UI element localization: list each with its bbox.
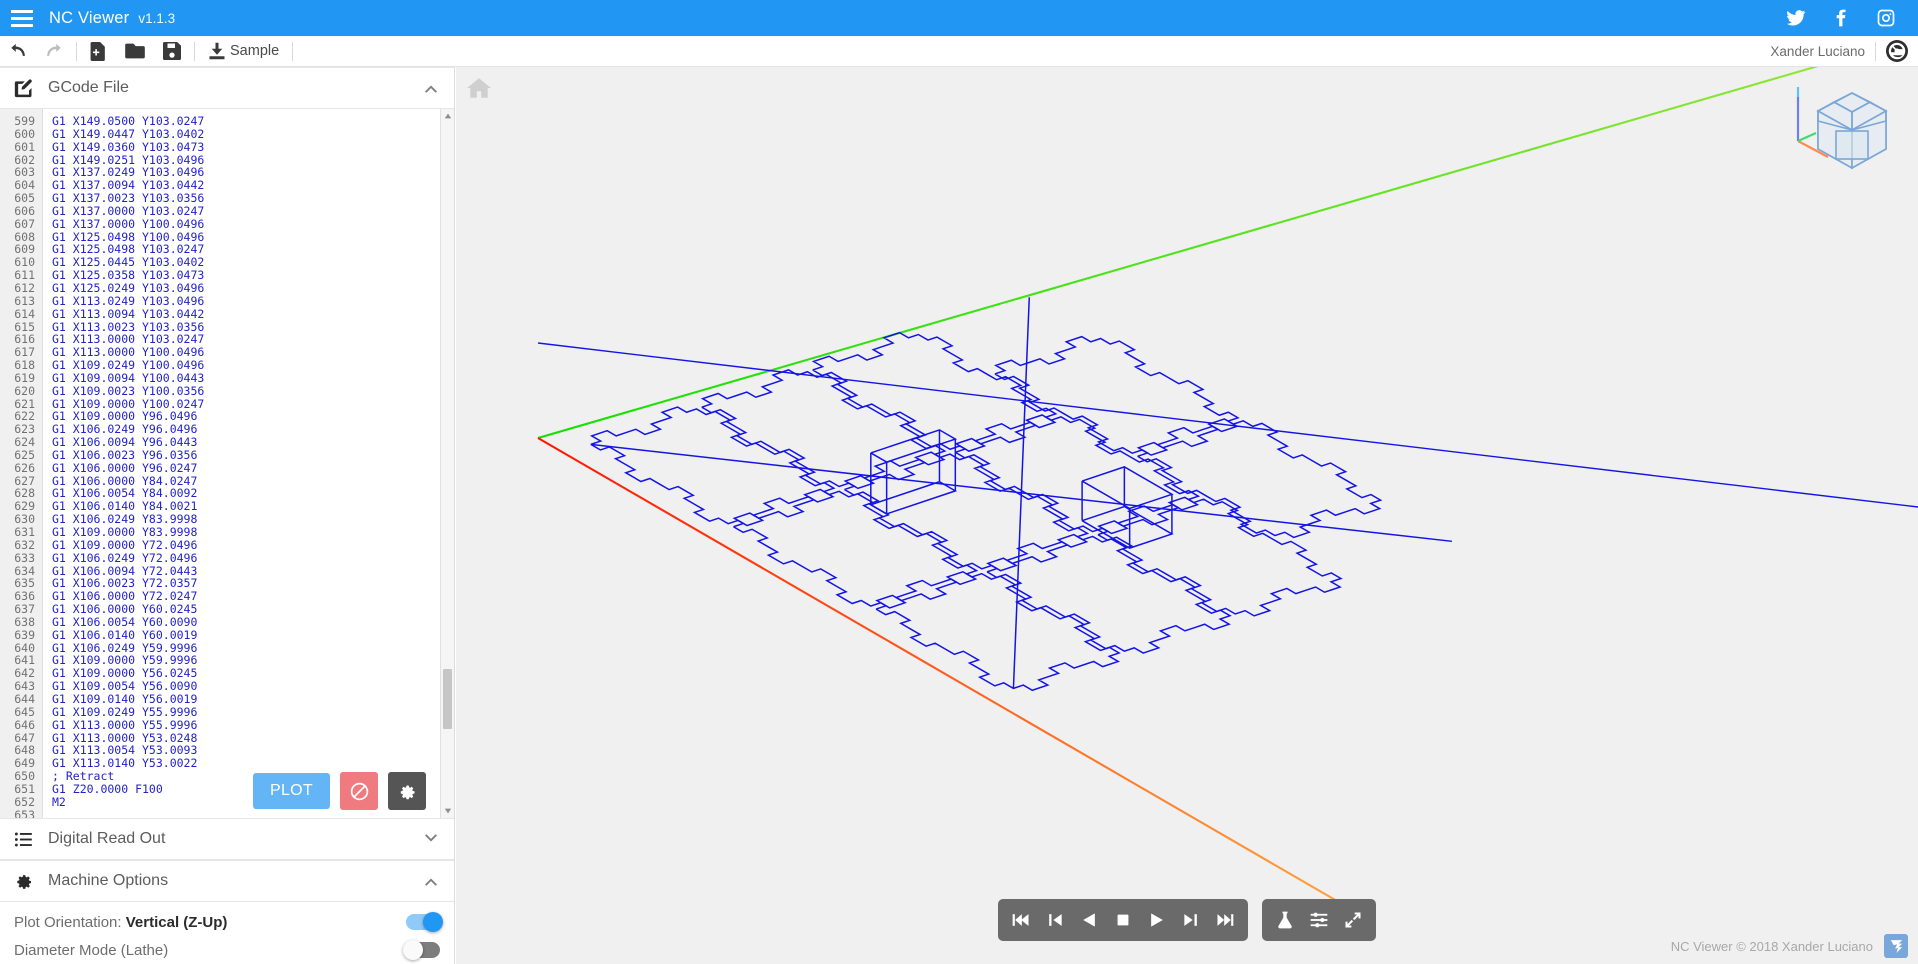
nc-viewer-logo[interactable] (1884, 934, 1908, 958)
playback-controls (998, 899, 1376, 941)
plot-orientation-toggle[interactable] (406, 912, 443, 932)
save-file-button[interactable] (154, 36, 190, 67)
dro-panel-title: Digital Read Out (48, 830, 166, 847)
scroll-down-arrow[interactable] (441, 804, 454, 818)
chevron-up-icon[interactable] (422, 79, 440, 97)
step-back-button[interactable] (1040, 905, 1070, 935)
scroll-up-arrow[interactable] (441, 109, 454, 123)
download-icon (209, 42, 225, 60)
open-file-button[interactable] (116, 36, 154, 67)
load-sample-button[interactable]: Sample (199, 42, 288, 60)
avatar[interactable] (1886, 40, 1908, 62)
home-icon[interactable] (466, 75, 492, 101)
social-links (1786, 8, 1896, 28)
gcode-editor[interactable]: 599 600 601 602 603 604 605 606 607 608 … (0, 109, 454, 818)
gcode-panel-header[interactable]: GCode File (0, 67, 454, 109)
gcode-panel-title: GCode File (48, 79, 129, 96)
step-forward-button[interactable] (1176, 905, 1206, 935)
plot-viewport[interactable]: NC Viewer © 2018 Xander Luciano (456, 67, 1918, 964)
footer-text: NC Viewer © 2018 Xander Luciano (1670, 938, 1873, 954)
instagram-icon[interactable] (1876, 8, 1896, 28)
diameter-mode-toggle[interactable] (403, 940, 440, 960)
gcode-text[interactable]: G1 X149.0500 Y103.0247 G1 X149.0447 Y103… (43, 109, 440, 818)
sliders-icon[interactable] (1304, 905, 1334, 935)
skip-to-end-button[interactable] (1210, 905, 1240, 935)
dro-panel-header[interactable]: Digital Read Out (0, 818, 454, 860)
stop-button[interactable] (1108, 905, 1138, 935)
editor-action-buttons: PLOT (253, 772, 426, 810)
diameter-mode-row: Diameter Mode (Lathe) (14, 936, 440, 964)
toolbar-divider (76, 41, 77, 61)
plot-orientation-row: Plot Orientation: Vertical (Z-Up) (14, 908, 443, 936)
new-file-button[interactable] (81, 36, 116, 67)
toolbar-divider-3 (292, 41, 294, 61)
toolpath-scene (536, 67, 1918, 913)
axis-lines (536, 67, 1918, 913)
chevron-up-icon-2[interactable] (422, 872, 440, 890)
footer: NC Viewer © 2018 Xander Luciano (1671, 934, 1908, 958)
file-toolbar: Sample Xander Luciano (0, 36, 1918, 67)
user-divider (1875, 41, 1876, 61)
gauge-icon (1886, 40, 1908, 62)
user-area: Xander Luciano (1770, 40, 1908, 62)
edit-file-icon (14, 78, 34, 98)
editor-settings-button[interactable] (388, 772, 426, 810)
transport-buttons (998, 899, 1248, 941)
view-tool-buttons (1262, 899, 1376, 941)
chevron-down-icon[interactable] (422, 830, 440, 848)
undo-button[interactable] (0, 36, 36, 67)
gear-icon (14, 872, 34, 891)
editor-scrollbar[interactable] (440, 109, 454, 818)
sample-label: Sample (230, 43, 280, 59)
user-name: Xander Luciano (1770, 43, 1865, 59)
plot-orientation-label: Plot Orientation: Vertical (Z-Up) (14, 913, 228, 931)
list-icon (14, 830, 34, 849)
app-version: v1.1.3 (138, 10, 176, 26)
reference-line (537, 342, 1918, 508)
scrollbar-thumb[interactable] (443, 669, 452, 729)
flask-icon[interactable] (1270, 905, 1300, 935)
toolbar-divider-2 (194, 41, 195, 61)
clear-button[interactable] (340, 772, 378, 810)
play-reverse-button[interactable] (1074, 905, 1104, 935)
expand-icon[interactable] (1338, 905, 1368, 935)
play-button[interactable] (1142, 905, 1172, 935)
top-app-bar: NC Viewer v1.1.3 (0, 0, 1918, 36)
y-axis (537, 67, 1819, 440)
redo-button[interactable] (36, 36, 72, 67)
view-cube[interactable] (1776, 69, 1906, 189)
machine-options-body: Plot Orientation: Vertical (Z-Up) Diamet… (0, 902, 454, 964)
left-sidebar: GCode File 599 600 601 602 603 604 605 6… (0, 67, 455, 964)
twitter-icon[interactable] (1786, 8, 1806, 28)
machine-options-title: Machine Options (48, 872, 169, 889)
skip-to-start-button[interactable] (1006, 905, 1036, 935)
app-title: NC Viewer (49, 8, 130, 27)
toolpath-geometry (589, 297, 1452, 692)
facebook-icon[interactable] (1831, 8, 1851, 28)
diameter-mode-label: Diameter Mode (Lathe) (14, 941, 169, 959)
machine-options-header[interactable]: Machine Options (0, 860, 454, 902)
plot-button[interactable]: PLOT (253, 773, 330, 809)
no-entry-icon (350, 782, 368, 800)
gear-icon (400, 785, 415, 799)
line-number-gutter: 599 600 601 602 603 604 605 606 607 608 … (0, 109, 43, 818)
hamburger-icon[interactable] (11, 9, 33, 27)
